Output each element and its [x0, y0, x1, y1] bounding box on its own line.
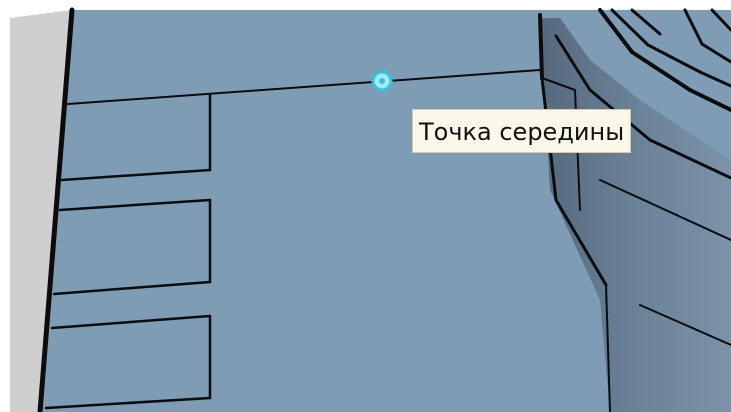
modeling-viewport[interactable]: Точка середины — [0, 0, 731, 412]
3d-model-scene[interactable] — [0, 0, 731, 412]
midpoint-snap-icon — [371, 70, 393, 92]
snap-tooltip: Точка середины — [412, 109, 632, 153]
